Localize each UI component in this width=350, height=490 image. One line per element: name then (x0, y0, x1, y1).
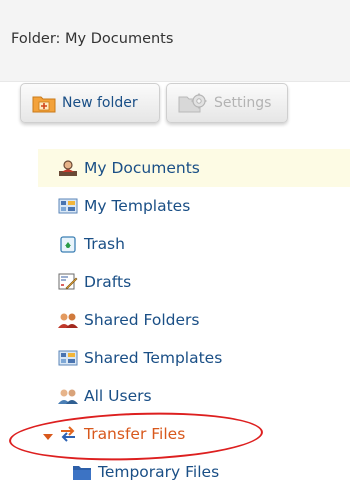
folder-icon (73, 466, 91, 480)
settings-label: Settings (214, 95, 272, 111)
tree-item-my-documents[interactable]: My Documents (38, 149, 350, 187)
settings-folder-icon (178, 93, 207, 113)
tree-item-label: My Templates (84, 197, 191, 215)
settings-button[interactable]: Settings (166, 83, 288, 123)
tree-item-label: Temporary Files (98, 463, 220, 481)
drafts-icon (58, 273, 78, 290)
tree-item-label: All Users (84, 387, 152, 405)
templates-icon (58, 198, 78, 214)
new-folder-icon (32, 96, 56, 113)
tree-item-label: Shared Templates (84, 349, 223, 367)
user-folder-icon (59, 160, 77, 176)
new-folder-label: New folder (62, 95, 138, 111)
tree-item-label: My Documents (84, 159, 200, 177)
shared-templates-icon (58, 350, 78, 366)
tree-item-label: Shared Folders (84, 311, 200, 329)
tree-item-trash[interactable]: Trash (38, 225, 350, 263)
tree-item-all-users[interactable]: All Users (38, 377, 350, 415)
page-title: Folder: My Documents (11, 31, 174, 47)
tree-item-label: Drafts (84, 273, 132, 291)
tree-item-label: Trash (84, 235, 125, 253)
new-folder-button[interactable]: New folder (20, 83, 160, 123)
all-users-icon (58, 389, 78, 404)
shared-folders-icon (58, 313, 78, 328)
tree-item-shared-templates[interactable]: Shared Templates (38, 339, 350, 377)
trash-icon (60, 236, 76, 253)
tree-item-drafts[interactable]: Drafts (38, 263, 350, 301)
tree-item-my-templates[interactable]: My Templates (38, 187, 350, 225)
page-header: Folder: My Documents (0, 0, 350, 82)
tree-item-shared-folders[interactable]: Shared Folders (38, 301, 350, 339)
